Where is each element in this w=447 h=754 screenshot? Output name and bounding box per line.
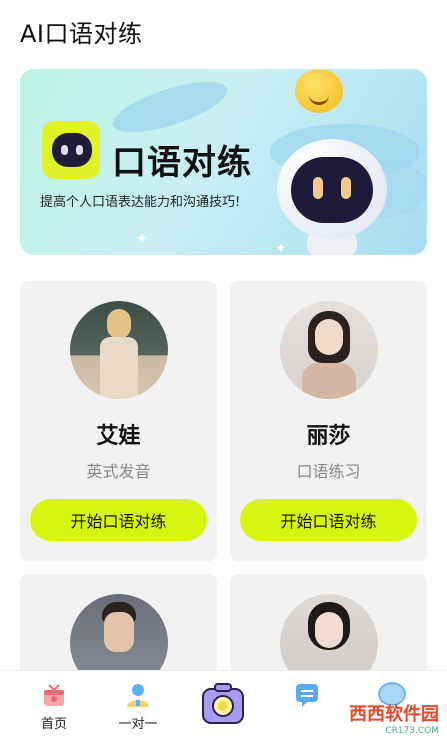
camera-icon (202, 683, 244, 724)
nav-messages[interactable] (277, 681, 337, 709)
watermark-sub: CR173.COM (385, 726, 439, 736)
tutor-card-ava[interactable]: 艾娃 英式发音 开始口语对练 (20, 281, 217, 561)
tutor-description: 口语练习 (296, 462, 361, 481)
nav-one-on-one[interactable]: 一对一 (108, 681, 168, 732)
home-icon (44, 684, 64, 706)
start-practice-button[interactable]: 开始口语对练 (30, 499, 207, 541)
smiley-icon (295, 69, 343, 113)
page-title: AI口语对练 (20, 20, 143, 48)
banner[interactable]: ✦ ✦ 口语对练 提高个人口语表达能力和沟通技巧! (20, 69, 427, 255)
tutor-name: 艾娃 (96, 424, 141, 449)
avatar (279, 301, 378, 399)
user-icon (127, 684, 149, 707)
tutor-card-lisa[interactable]: 丽莎 口语练习 开始口语对练 (230, 281, 427, 561)
tutor-name: 丽莎 (306, 424, 351, 449)
tutor-card[interactable] (20, 574, 217, 692)
sparkle-icon: ✦ (136, 231, 148, 247)
avatar (69, 301, 168, 399)
robot-illustration (277, 139, 387, 255)
robot-logo-icon (42, 121, 100, 179)
tutor-description: 英式发音 (86, 462, 151, 481)
nav-one-on-one-label: 一对一 (118, 717, 158, 732)
watermark-text: 西西软件园 (349, 704, 439, 725)
message-icon (296, 684, 318, 707)
tutor-card[interactable] (230, 574, 427, 692)
nav-home[interactable]: 首页 (24, 681, 84, 732)
nav-home-label: 首页 (40, 717, 67, 732)
start-practice-button[interactable]: 开始口语对练 (240, 499, 417, 541)
banner-title: 口语对练 (112, 143, 252, 183)
banner-subtitle: 提高个人口语表达能力和沟通技巧! (40, 195, 241, 210)
watermark-logo: 西西软件园 CR173.COM (349, 700, 439, 736)
nav-camera[interactable] (193, 683, 253, 725)
